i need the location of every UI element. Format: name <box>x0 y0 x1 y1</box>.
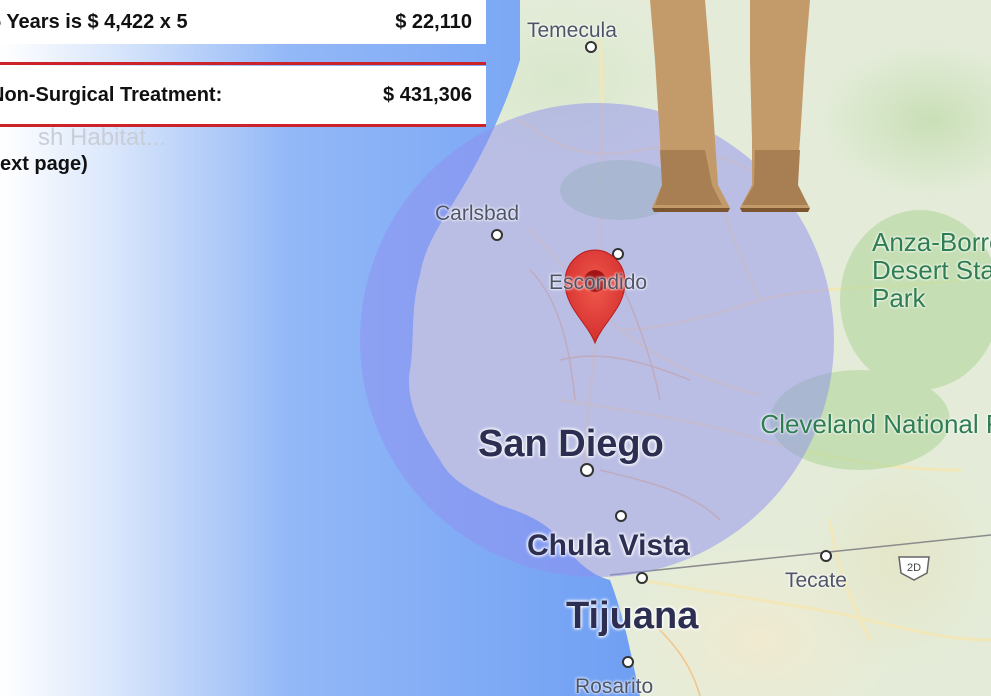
highway-shield-icon: 2D <box>897 553 931 581</box>
map-stage: Temecula Carlsbad Escondido San Diego Ch… <box>0 0 991 696</box>
park-label-cleveland: Cleveland National Forest <box>760 409 991 439</box>
city-label-temecula: Temecula <box>527 19 617 42</box>
highway-shield-label: 2D <box>907 562 921 574</box>
city-label-tijuana: Tijuana <box>566 595 699 637</box>
cost-row-five-years: 5 Years is $ 4,422 x 5 $ 22,110 <box>0 0 486 44</box>
city-label-carlsbad: Carlsbad <box>435 202 520 225</box>
city-label-chula-vista: Chula Vista <box>527 529 690 562</box>
park-label-anza-borrego: Anza-Borrego Desert State Park <box>872 227 991 314</box>
city-label-tecate: Tecate <box>785 569 847 592</box>
city-label-san-diego: San Diego <box>478 423 664 465</box>
cost-row-value: $ 22,110 <box>395 10 472 33</box>
total-row-value: $ 431,306 <box>383 83 472 106</box>
faded-map-text: sh Habitat... <box>38 124 167 151</box>
city-label-rosarito: Rosarito <box>575 675 654 696</box>
cost-row-label: 5 Years is $ 4,422 x 5 <box>0 10 188 33</box>
divider-top <box>0 62 486 65</box>
continued-note: (continued on next page) <box>0 153 88 175</box>
total-row-non-surgical: Non-Surgical Treatment: $ 431,306 <box>0 66 486 124</box>
total-row-label: Non-Surgical Treatment: <box>0 83 223 106</box>
city-label-escondido: Escondido <box>549 271 648 294</box>
